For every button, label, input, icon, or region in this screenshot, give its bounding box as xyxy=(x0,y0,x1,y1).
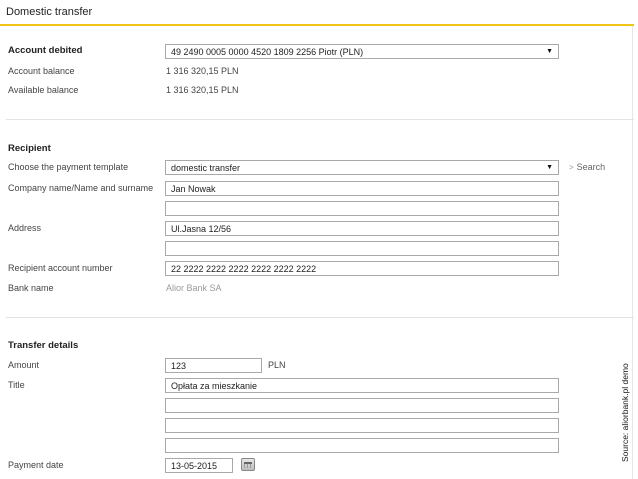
address-label: Address xyxy=(8,223,42,233)
available-label: Available balance xyxy=(8,85,79,95)
title-field-1[interactable]: Opłata za mieszkanie xyxy=(165,378,559,393)
title-field-3[interactable] xyxy=(165,418,559,433)
divider xyxy=(6,119,634,120)
available-value: 1 316 320,15 PLN xyxy=(166,85,239,95)
right-border xyxy=(632,26,633,479)
title-field-4[interactable] xyxy=(165,438,559,453)
account-select[interactable]: 49 2490 0005 0000 4520 1809 2256 Piotr (… xyxy=(165,44,559,59)
template-select[interactable]: domestic transfer ▼ xyxy=(165,160,559,175)
title-field-2[interactable] xyxy=(165,398,559,413)
page-title: Domestic transfer xyxy=(6,6,93,18)
address-field-1[interactable]: Ul.Jasna 12/56 xyxy=(165,221,559,236)
search-link[interactable]: > Search xyxy=(569,162,605,172)
title-label: Title xyxy=(8,380,25,390)
transfer-section-title: Transfer details xyxy=(8,340,79,351)
search-link-label: Search xyxy=(576,162,606,172)
address-field-2[interactable] xyxy=(165,241,559,256)
calendar-button[interactable] xyxy=(241,458,255,471)
chevron-right-icon: > xyxy=(569,163,574,172)
bank-label: Bank name xyxy=(8,283,54,293)
name-field-1[interactable]: Jan Nowak xyxy=(165,181,559,196)
balance-label: Account balance xyxy=(8,66,75,76)
account-section-title: Account debited xyxy=(8,45,83,56)
currency-label: PLN xyxy=(268,360,286,370)
account-select-value: 49 2490 0005 0000 4520 1809 2256 Piotr (… xyxy=(171,47,364,57)
balance-value: 1 316 320,15 PLN xyxy=(166,66,239,76)
amount-label: Amount xyxy=(8,360,40,370)
calendar-icon xyxy=(244,462,252,468)
name-field-2[interactable] xyxy=(165,201,559,216)
name-label: Company name/Name and surname xyxy=(8,183,154,193)
header-accent-line xyxy=(0,24,634,26)
recipient-account-label: Recipient account number xyxy=(8,263,113,273)
recipient-section-title: Recipient xyxy=(8,143,51,154)
triangle-down-icon: ▼ xyxy=(546,164,553,171)
payment-date-field[interactable]: 13-05-2015 xyxy=(165,458,233,473)
payment-date-label: Payment date xyxy=(8,460,64,470)
recipient-account-field[interactable]: 22 2222 2222 2222 2222 2222 2222 xyxy=(165,261,559,276)
triangle-down-icon: ▼ xyxy=(546,48,553,55)
template-select-value: domestic transfer xyxy=(171,163,241,173)
amount-field[interactable]: 123 xyxy=(165,358,262,373)
bank-value: Alior Bank SA xyxy=(166,283,222,293)
template-label: Choose the payment template xyxy=(8,162,129,172)
source-note: Source: aliorbank.pl demo xyxy=(620,363,630,462)
divider xyxy=(6,317,634,318)
